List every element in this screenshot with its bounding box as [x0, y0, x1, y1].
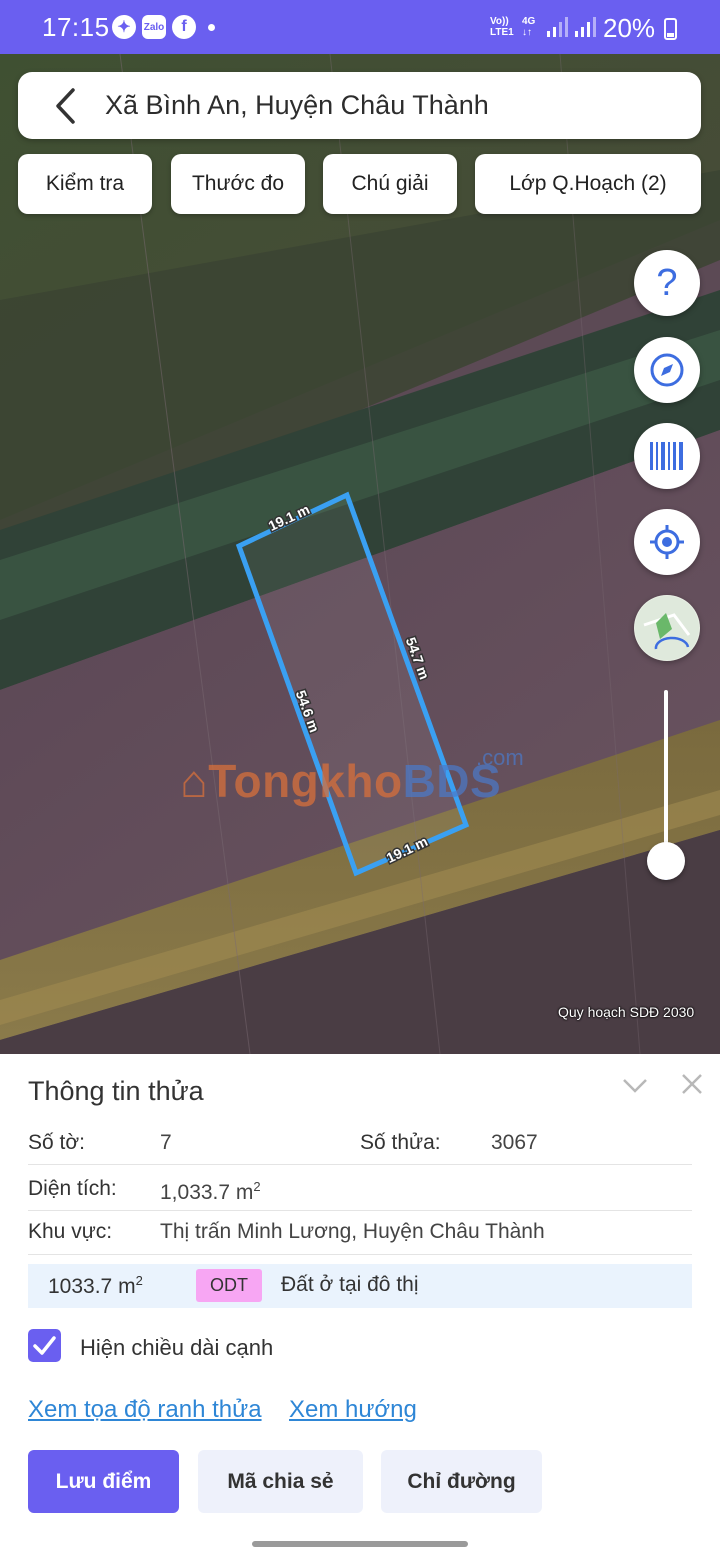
help-icon: ? — [656, 261, 678, 304]
map-credit: Quy hoạch SDĐ 2030 — [558, 1004, 695, 1020]
close-icon[interactable] — [678, 1070, 706, 1098]
search-bar[interactable]: Xã Bình An, Huyện Châu Thành — [18, 72, 701, 139]
parcel-outline[interactable] — [235, 491, 470, 877]
show-edge-length-checkbox[interactable] — [28, 1329, 61, 1362]
so-thua-label: Số thửa: — [360, 1131, 441, 1154]
dien-tich-label: Diện tích: — [28, 1177, 117, 1200]
chip-chu-giai[interactable]: Chú giải — [323, 154, 457, 214]
help-button[interactable]: ? — [634, 250, 700, 316]
divider — [28, 1164, 692, 1165]
zone-area: 1033.7 m2 — [48, 1273, 143, 1298]
back-arrow-icon[interactable] — [48, 86, 88, 126]
view-boundary-coordinates-link[interactable]: Xem tọa độ ranh thửa — [28, 1396, 262, 1424]
save-point-button[interactable]: Lưu điểm — [28, 1450, 179, 1513]
map-layer-icon — [635, 596, 699, 660]
divider — [28, 1210, 692, 1211]
divider — [28, 1254, 692, 1255]
share-code-button[interactable]: Mã chia sẻ — [198, 1450, 363, 1513]
my-location-button[interactable] — [634, 509, 700, 575]
chip-kiem-tra[interactable]: Kiểm tra — [18, 154, 152, 214]
map-layer-button[interactable] — [634, 595, 700, 661]
compass-icon — [650, 353, 684, 387]
my-location-icon — [650, 525, 684, 559]
view-direction-link[interactable]: Xem hướng — [289, 1396, 417, 1424]
khu-vuc-value: Thị trấn Minh Lương, Huyện Châu Thành — [160, 1220, 545, 1243]
chip-thuoc-do[interactable]: Thước đo — [171, 154, 305, 214]
show-edge-length-label[interactable]: Hiện chiều dài cạnh — [80, 1335, 273, 1361]
location-title: Xã Bình An, Huyện Châu Thành — [105, 90, 489, 120]
chip-lop-quy-hoach[interactable]: Lớp Q.Hoạch (2) — [475, 154, 701, 214]
so-to-value: 7 — [160, 1131, 172, 1154]
zoom-slider-thumb[interactable] — [647, 842, 685, 880]
khu-vuc-label: Khu vực: — [28, 1220, 113, 1243]
home-indicator[interactable] — [252, 1541, 468, 1547]
barcode-button[interactable] — [634, 423, 700, 489]
watermark-house-icon: ⌂ — [180, 755, 209, 807]
watermark-suffix: .com — [476, 745, 524, 770]
zone-code-badge: ODT — [196, 1269, 262, 1302]
dien-tich-value: 1,033.7 m2 — [160, 1179, 261, 1204]
barcode-icon — [650, 442, 683, 470]
sheet-title: Thông tin thửa — [28, 1076, 204, 1106]
zoning-row: 1033.7 m2 ODT Đất ở tại đô thị — [28, 1264, 692, 1308]
chevron-down-icon[interactable] — [620, 1074, 650, 1098]
zone-description: Đất ở tại đô thị — [281, 1273, 419, 1296]
compass-button[interactable] — [634, 337, 700, 403]
so-to-label: Số tờ: — [28, 1131, 85, 1154]
checkmark-icon — [33, 1336, 56, 1355]
so-thua-value: 3067 — [491, 1131, 538, 1154]
watermark: ⌂TongkhoBDS — [180, 755, 502, 807]
directions-button[interactable]: Chỉ đường — [381, 1450, 542, 1513]
